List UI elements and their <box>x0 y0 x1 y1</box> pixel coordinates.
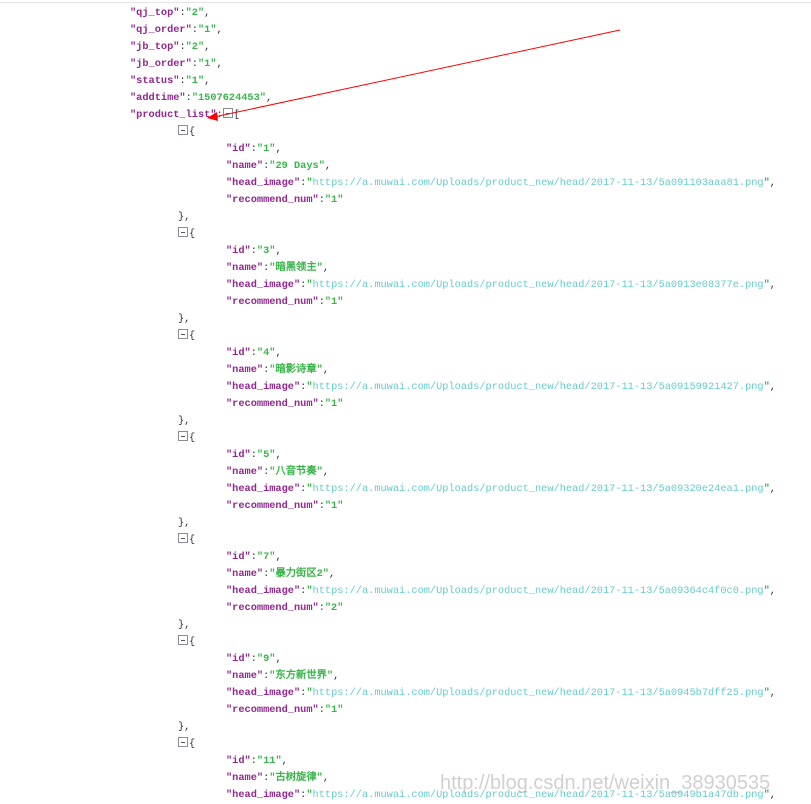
watermark: http://blog.csdn.net/weixin_38930535 <box>440 772 771 794</box>
red-annotation-arrow <box>207 29 621 121</box>
arrow-head <box>207 112 218 121</box>
arrow-line <box>213 29 621 118</box>
